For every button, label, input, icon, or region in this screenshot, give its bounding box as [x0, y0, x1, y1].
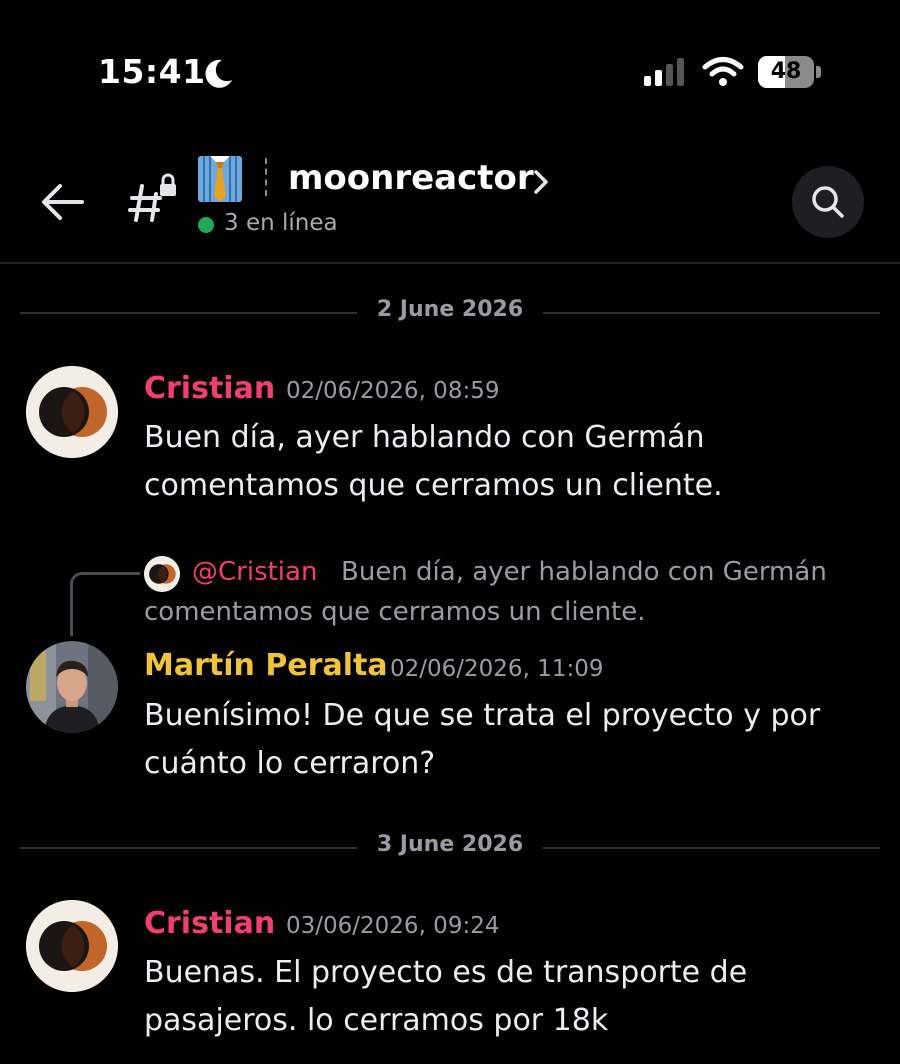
search-button[interactable] [792, 166, 864, 238]
battery-level: 48 [770, 59, 802, 84]
battery-icon: 48 [758, 56, 822, 88]
date-label: 2 June 2026 [356, 297, 544, 322]
cellular-signal-icon [644, 58, 692, 86]
message-text: Buenas. El proyecto es de transporte de … [144, 949, 864, 1045]
moon-icon [200, 56, 236, 92]
status-time: 15:41 [98, 52, 206, 91]
reply-preview-line[interactable]: Buen día, ayer hablando con Germán [341, 557, 827, 587]
date-label: 3 June 2026 [356, 832, 544, 857]
back-arrow-icon[interactable] [38, 180, 86, 224]
header-divider [265, 158, 267, 196]
server-name[interactable]: moonreactor [288, 158, 534, 198]
message-line: cuánto lo cerraron? [144, 746, 436, 781]
reply-preview-line[interactable]: comentamos que cerramos un cliente. [144, 597, 646, 627]
date-separator: 3 June 2026 [20, 832, 880, 862]
avatar[interactable] [26, 366, 118, 458]
message-line: Buenas. El proyecto es de transporte de [144, 955, 748, 990]
message-text: Buenísimo! De que se trata el proyecto y… [144, 692, 864, 788]
message-line: Buen día, ayer hablando con Germán [144, 420, 705, 455]
message-line: pasajeros. lo cerramos por 18k [144, 1003, 609, 1038]
reply-connector [70, 572, 140, 636]
message-timestamp: 03/06/2026, 09:24 [286, 913, 500, 939]
message-line: Buenísimo! De que se trata el proyecto y… [144, 698, 821, 733]
necktie-emoji [196, 152, 244, 204]
message-author[interactable]: Cristian [144, 906, 275, 941]
avatar[interactable] [26, 641, 118, 733]
message-text: Buen día, ayer hablando con Germán comen… [144, 414, 864, 510]
online-status-dot [198, 217, 214, 233]
reply-avatar [144, 556, 180, 592]
locked-channel-icon [126, 172, 182, 228]
message-line: comentamos que cerramos un cliente. [144, 468, 723, 503]
message-author[interactable]: Martín Peralta [144, 648, 388, 683]
search-icon [812, 186, 844, 218]
online-count: 3 en línea [224, 210, 338, 236]
message-timestamp: 02/06/2026, 08:59 [286, 378, 500, 404]
wifi-icon [702, 56, 744, 88]
message-author[interactable]: Cristian [144, 371, 275, 406]
message-timestamp: 02/06/2026, 11:09 [390, 656, 604, 682]
chevron-right-icon[interactable] [530, 168, 552, 196]
header-divider-line [0, 262, 900, 264]
avatar[interactable] [26, 900, 118, 992]
date-separator: 2 June 2026 [20, 297, 880, 327]
reply-mention[interactable]: @Cristian [192, 557, 317, 587]
